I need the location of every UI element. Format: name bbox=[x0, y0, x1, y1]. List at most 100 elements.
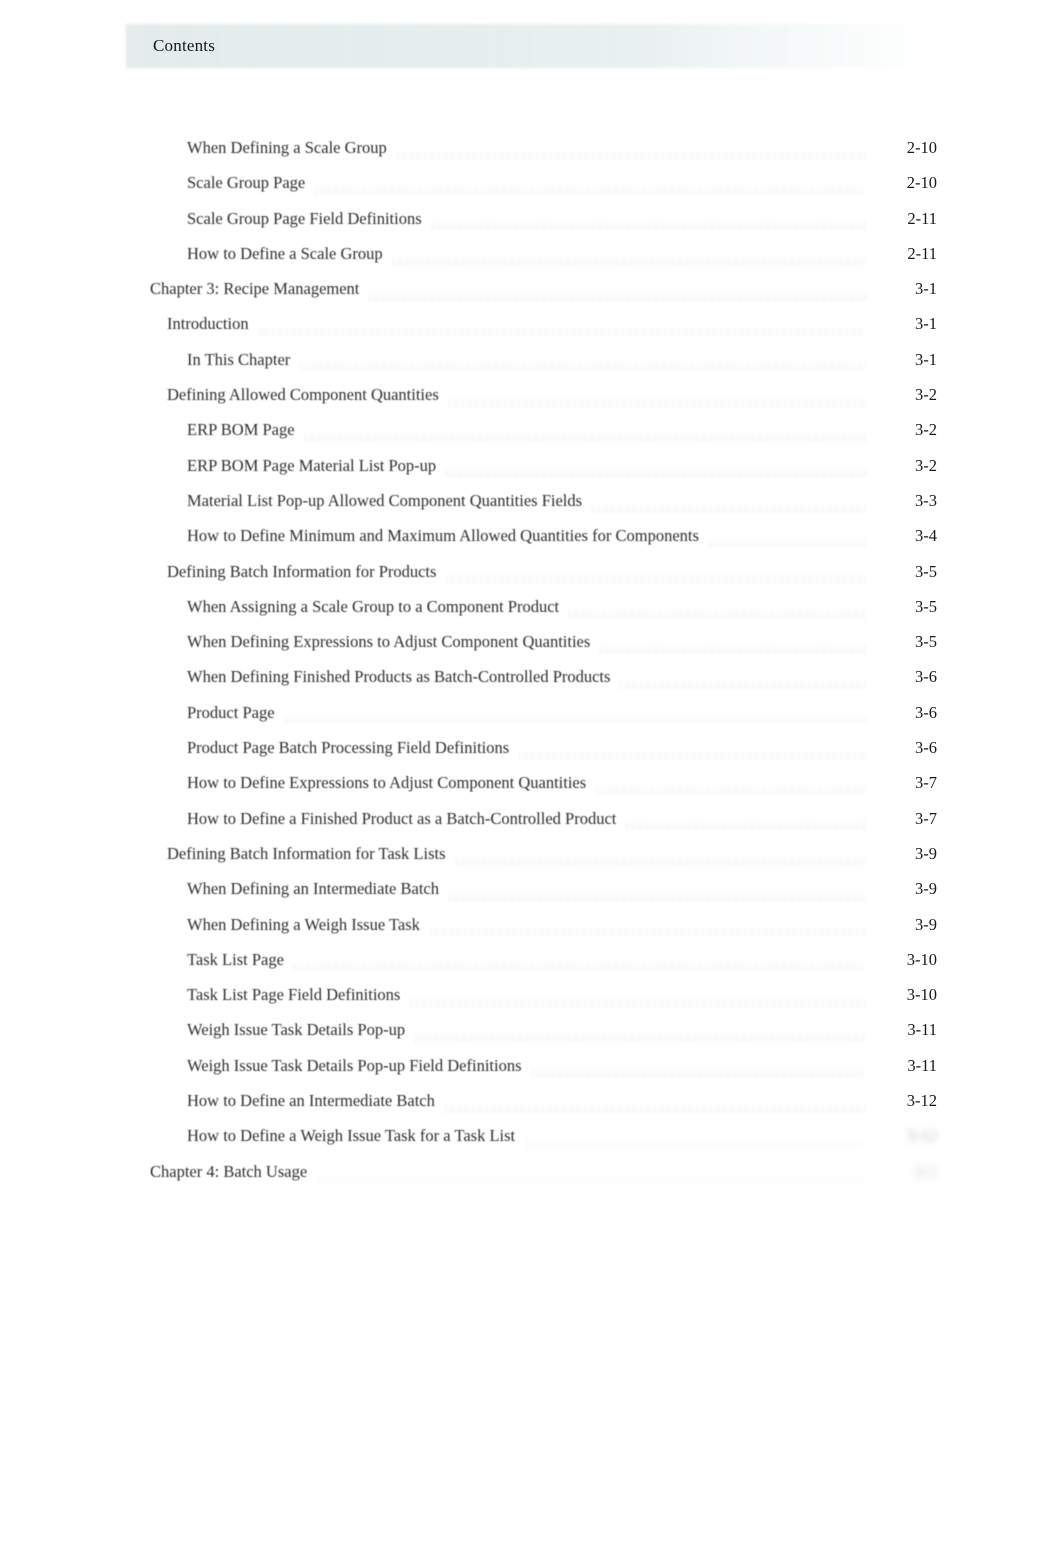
toc-dot-leader bbox=[392, 249, 867, 267]
toc-entry[interactable]: Weigh Issue Task Details Pop-up Field De… bbox=[0, 1049, 1062, 1084]
toc-entry[interactable]: ERP BOM Page 3-2 bbox=[0, 413, 1062, 448]
toc-entry-page-number: 3-12 bbox=[871, 1090, 937, 1113]
toc-dot-leader bbox=[409, 990, 867, 1008]
toc-entry[interactable]: Task List Page 3-10 bbox=[0, 943, 1062, 978]
toc-entry-page-number: 3-10 bbox=[871, 984, 937, 1007]
toc-entry-page-number: 2-10 bbox=[871, 137, 937, 159]
toc-entry-page-number: 3-7 bbox=[871, 807, 937, 830]
toc-entry[interactable]: When Defining Expressions to Adjust Comp… bbox=[0, 625, 1062, 660]
toc-entry-page-number: 3-3 bbox=[871, 489, 937, 512]
toc-entry[interactable]: ERP BOM Page Material List Pop-up 3-2 bbox=[0, 449, 1062, 484]
toc-entry[interactable]: Chapter 4: Batch Usage 4-1 bbox=[0, 1155, 1062, 1190]
toc-entry[interactable]: How to Define Minimum and Maximum Allowe… bbox=[0, 519, 1062, 554]
toc-entry-page-number: 3-9 bbox=[871, 913, 937, 936]
toc-entry-page-number: 3-5 bbox=[871, 560, 937, 583]
toc-entry-page-number: 4-1 bbox=[871, 1160, 937, 1183]
toc-entry-label: Weigh Issue Task Details Pop-up Field De… bbox=[187, 1054, 531, 1077]
toc-entry-page-number: 3-1 bbox=[871, 313, 937, 336]
toc-entry-page-number: 3-2 bbox=[871, 384, 937, 407]
toc-entry-page-number: 3-7 bbox=[871, 772, 937, 795]
toc-dot-leader bbox=[448, 884, 867, 902]
toc-entry[interactable]: How to Define a Weigh Issue Task for a T… bbox=[0, 1119, 1062, 1154]
toc-entry[interactable]: Defining Batch Information for Products 3… bbox=[0, 555, 1062, 590]
toc-dot-leader bbox=[316, 1166, 867, 1184]
toc-entry-page-number: 3-4 bbox=[871, 525, 937, 548]
toc-entry-label: Scale Group Page bbox=[187, 172, 315, 195]
toc-entry-label: Defining Batch Information for Products bbox=[167, 560, 446, 583]
toc-entry-page-number: 3-10 bbox=[871, 948, 937, 971]
toc-dot-leader bbox=[304, 425, 867, 443]
toc-entry-label: When Defining an Intermediate Batch bbox=[187, 878, 448, 901]
toc-entry-page-number: 3-11 bbox=[871, 1019, 937, 1042]
toc-dot-leader bbox=[524, 1131, 867, 1149]
running-header-title: Contents bbox=[153, 36, 216, 55]
toc-entry-label: Introduction bbox=[167, 313, 258, 336]
running-header-band bbox=[126, 24, 938, 68]
toc-entry-label: Scale Group Page Field Definitions bbox=[187, 207, 431, 230]
toc-dot-leader bbox=[448, 390, 867, 408]
toc-entry-page-number: 2-11 bbox=[871, 207, 937, 230]
toc-dot-leader bbox=[314, 178, 867, 196]
toc-entry-label: How to Define a Finished Product as a Ba… bbox=[187, 807, 626, 830]
toc-entry-label: When Defining Expressions to Adjust Comp… bbox=[187, 631, 600, 654]
toc-entry-page-number: 3-9 bbox=[871, 842, 937, 865]
toc-entry-label: How to Define a Weigh Issue Task for a T… bbox=[187, 1125, 525, 1148]
toc-entry-page-number: 3-6 bbox=[871, 701, 937, 724]
toc-dot-leader bbox=[445, 460, 867, 478]
toc-entry[interactable]: In This Chapter 3-1 bbox=[0, 343, 1062, 378]
toc-entry[interactable]: Scale Group Page Field Definitions 2-11 bbox=[0, 202, 1062, 237]
toc-dot-leader bbox=[429, 919, 867, 937]
toc-dot-leader bbox=[431, 213, 867, 231]
toc-entry-label: How to Define Expressions to Adjust Comp… bbox=[187, 772, 596, 795]
toc-entry[interactable]: When Assigning a Scale Group to a Compon… bbox=[0, 590, 1062, 625]
toc-entry[interactable]: Product Page 3-6 bbox=[0, 696, 1062, 731]
toc-entry-label: ERP BOM Page bbox=[187, 419, 304, 442]
toc-entry-page-number: 3-5 bbox=[871, 595, 937, 618]
toc-entry[interactable]: Material List Pop-up Allowed Component Q… bbox=[0, 484, 1062, 519]
toc-entry-label: When Defining Finished Products as Batch… bbox=[187, 666, 620, 689]
toc-entry[interactable]: When Defining an Intermediate Batch 3-9 bbox=[0, 872, 1062, 907]
toc-dot-leader bbox=[568, 602, 867, 620]
toc-entry-label: Chapter 4: Batch Usage bbox=[150, 1160, 317, 1183]
toc-entry[interactable]: Defining Batch Information for Task List… bbox=[0, 837, 1062, 872]
toc-entry[interactable]: Task List Page Field Definitions 3-10 bbox=[0, 978, 1062, 1013]
toc-entry-page-number: 3-6 bbox=[871, 737, 937, 760]
toc-entry[interactable]: When Defining a Weigh Issue Task 3-9 bbox=[0, 908, 1062, 943]
toc-entry[interactable]: How to Define a Scale Group 2-11 bbox=[0, 237, 1062, 272]
toc-entry-label: When Defining a Weigh Issue Task bbox=[187, 913, 429, 936]
toc-entry-label: When Defining a Scale Group bbox=[187, 137, 396, 159]
toc-dot-leader bbox=[708, 531, 867, 549]
toc-dot-leader bbox=[396, 143, 867, 161]
toc-entry[interactable]: When Defining Finished Products as Batch… bbox=[0, 660, 1062, 695]
toc-entry[interactable]: How to Define a Finished Product as a Ba… bbox=[0, 802, 1062, 837]
document-page: Contents When Defining a Scale Group 2-10… bbox=[0, 0, 1062, 1561]
toc-entry[interactable]: Scale Group Page 2-10 bbox=[0, 166, 1062, 201]
toc-entry-page-number: 3-12 bbox=[871, 1125, 937, 1148]
toc-entry[interactable]: How to Define an Intermediate Batch 3-12 bbox=[0, 1084, 1062, 1119]
toc-dot-leader bbox=[258, 319, 867, 337]
toc-dot-leader bbox=[531, 1060, 867, 1078]
toc-entry[interactable]: Product Page Batch Processing Field Defi… bbox=[0, 731, 1062, 766]
toc-entry-page-number: 3-2 bbox=[871, 454, 937, 477]
toc-dot-leader bbox=[299, 354, 867, 372]
toc-entry-label: Task List Page bbox=[187, 948, 293, 971]
toc-entry[interactable]: Weigh Issue Task Details Pop-up 3-11 bbox=[0, 1013, 1062, 1048]
toc-dot-leader bbox=[293, 954, 867, 972]
toc-dot-leader bbox=[455, 849, 867, 867]
toc-entry[interactable]: When Defining a Scale Group 2-10 bbox=[0, 131, 1062, 166]
toc-entry[interactable]: How to Define Expressions to Adjust Comp… bbox=[0, 766, 1062, 801]
toc-entry-page-number: 3-1 bbox=[871, 348, 937, 371]
toc-entry-label: Weigh Issue Task Details Pop-up bbox=[187, 1019, 415, 1042]
toc-dot-leader bbox=[444, 1096, 867, 1114]
toc-entry[interactable]: Introduction 3-1 bbox=[0, 307, 1062, 342]
toc-entry[interactable]: Defining Allowed Component Quantities 3-2 bbox=[0, 378, 1062, 413]
toc-entry-label: How to Define a Scale Group bbox=[187, 242, 392, 265]
toc-entry-label: Product Page bbox=[187, 701, 284, 724]
toc-dot-leader bbox=[595, 778, 867, 796]
toc-entry-page-number: 3-9 bbox=[871, 878, 937, 901]
toc-entry[interactable]: Chapter 3: Recipe Management 3-1 bbox=[0, 272, 1062, 307]
toc-entry-label: Defining Allowed Component Quantities bbox=[167, 384, 448, 407]
toc-entry-page-number: 2-10 bbox=[871, 172, 937, 195]
toc-entry-label: When Assigning a Scale Group to a Compon… bbox=[187, 595, 569, 618]
toc-entry-page-number: 3-5 bbox=[871, 631, 937, 654]
